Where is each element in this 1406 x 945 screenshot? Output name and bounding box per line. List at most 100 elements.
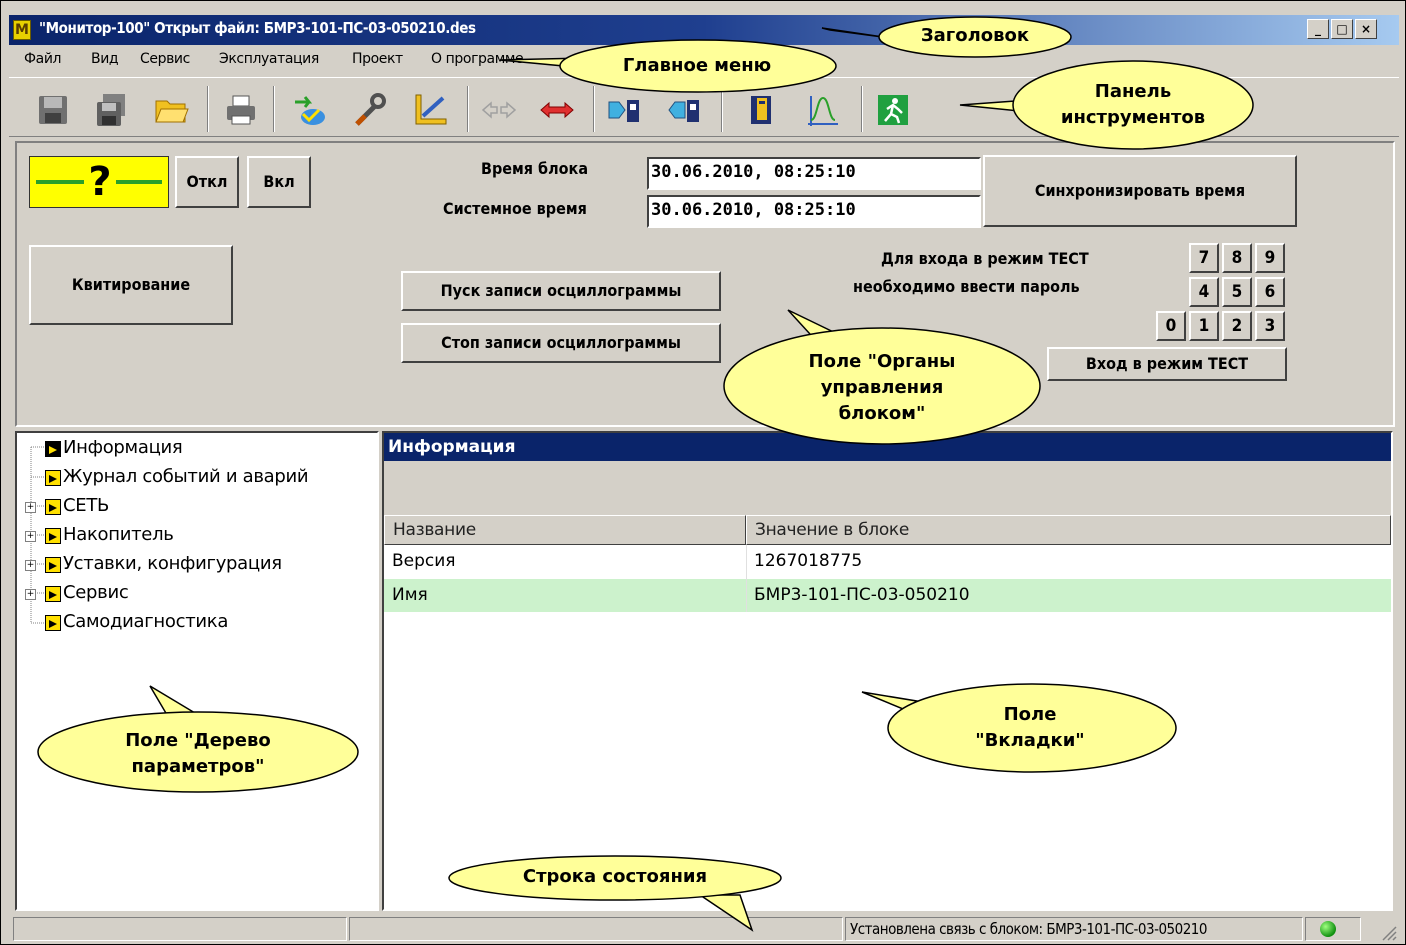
menu-about[interactable]: О программе [431,51,524,67]
title-bar[interactable]: M "Монитор-100" Открыт файл: БМР3-101-ПС… [9,15,1399,45]
tree-arrow-icon [45,586,61,602]
expand-icon[interactable]: + [25,502,36,513]
callout-controls-line1: Поле "Органы [808,351,956,372]
tree-item-event-log[interactable]: Журнал событий и аварий [63,466,309,487]
tree-item-information[interactable]: Информация [63,437,183,458]
callout-tabs-line1: Поле [1003,704,1057,725]
start-oscillogram-button[interactable]: Пуск записи осциллограммы [401,271,721,311]
keypad-key-8[interactable]: 8 [1222,243,1252,273]
switch-state-indicator: ? [29,156,169,208]
keypad-key-6[interactable]: 6 [1255,277,1285,307]
measure-icon[interactable] [413,92,449,128]
off-button[interactable]: Откл [175,156,239,208]
upload-block-icon[interactable] [607,92,643,128]
menu-service[interactable]: Сервис [140,51,190,67]
toolbar-separator [207,86,209,132]
keypad-key-5[interactable]: 5 [1222,277,1252,307]
tree-arrow-icon [45,528,61,544]
wrench-icon[interactable] [351,92,387,128]
download-block-icon[interactable] [667,92,703,128]
cell-name: Версия [392,551,456,571]
tab-title: Информация [384,433,1391,461]
stop-oscillogram-button[interactable]: Стоп записи осциллограммы [401,323,721,363]
keypad-key-0[interactable]: 0 [1156,311,1186,341]
cell-value: БМР3-101-ПС-03-050210 [754,585,970,605]
keypad-key-1[interactable]: 1 [1189,311,1219,341]
callout-controls-line3: блоком" [838,403,926,424]
expand-icon[interactable]: + [25,560,36,571]
toolbar-separator [721,86,723,132]
toolbar-separator [273,86,275,132]
test-hint-line1: Для входа в режим ТЕСТ [881,249,1089,268]
column-header-value[interactable]: Значение в блоке [746,515,1391,545]
column-header-name[interactable]: Название [384,515,746,545]
keypad-key-9[interactable]: 9 [1255,243,1285,273]
callout-tree-line1: Поле "Дерево [125,730,271,751]
menu-view[interactable]: Вид [91,51,119,67]
keypad-key-7[interactable]: 7 [1189,243,1219,273]
open-folder-icon[interactable] [153,92,189,128]
exit-icon[interactable] [875,92,911,128]
minimize-button[interactable]: _ [1307,19,1329,39]
transfer-icon[interactable] [291,92,327,128]
connection-status: Установлена связь с блоком: БМР3-101-ПС-… [845,917,1303,941]
cell-value: 1267018775 [754,551,863,571]
test-hint-line2: необходимо ввести пароль [853,277,1080,296]
block-time-field[interactable]: 30.06.2010, 08:25:10 [647,157,981,190]
status-panel-1 [13,917,347,941]
block-time-label: Время блока [481,159,589,178]
resize-grip-icon[interactable] [1379,923,1397,941]
table-row-selected[interactable]: Имя БМР3-101-ПС-03-050210 [384,579,1391,612]
keypad-key-2[interactable]: 2 [1222,311,1252,341]
sync-time-button[interactable]: Синхронизировать время [983,155,1297,227]
status-led-panel [1305,917,1361,941]
expand-icon[interactable]: + [25,589,36,600]
connection-led-icon [1320,921,1336,937]
callout-menu-text: Главное меню [622,55,772,76]
status-panel-2 [349,917,843,941]
save-all-icon[interactable] [93,92,129,128]
oscillogram-icon[interactable] [805,92,841,128]
maximize-button[interactable]: □ [1331,19,1353,39]
callout-toolbar-line1: Панель [1094,81,1172,102]
tree-item-network[interactable]: СЕТЬ [63,495,109,516]
menu-project[interactable]: Проект [352,51,403,67]
save-icon[interactable] [35,92,71,128]
callout-title-text: Заголовок [920,25,1030,46]
column-divider [746,545,747,612]
book-icon[interactable] [743,92,779,128]
callout-status-text: Строка состояния [522,866,708,887]
indicator-question: ? [84,157,116,207]
tree-item-storage[interactable]: Накопитель [63,524,174,545]
acknowledge-button[interactable]: Квитирование [29,245,233,325]
expand-icon[interactable]: + [25,531,36,542]
tree-item-service[interactable]: Сервис [63,582,129,603]
tab-toolbar-area [384,461,1391,515]
callout-controls-line2: управления [820,377,944,398]
toolbar-separator [593,86,595,132]
print-icon[interactable] [223,92,259,128]
keypad-key-3[interactable]: 3 [1255,311,1285,341]
cell-name: Имя [392,585,428,605]
keypad-key-4[interactable]: 4 [1189,277,1219,307]
arrows-red-icon[interactable] [539,92,575,128]
system-time-field[interactable]: 30.06.2010, 08:25:10 [647,195,981,228]
tree-item-settings[interactable]: Уставки, конфигурация [63,553,282,574]
window-title: "Монитор-100" Открыт файл: БМР3-101-ПС-0… [39,19,476,37]
on-button[interactable]: Вкл [247,156,311,208]
tree-arrow-icon [45,470,61,486]
enter-test-mode-button[interactable]: Вход в режим ТЕСТ [1047,347,1287,381]
toolbar-separator [467,86,469,132]
status-bar: Установлена связь с блоком: БМР3-101-ПС-… [9,913,1399,943]
tree-item-self-diagnostics[interactable]: Самодиагностика [63,611,228,632]
callout-tree-line2: параметров" [131,756,265,777]
toolbar-separator [861,86,863,132]
app-window: M "Монитор-100" Открыт файл: БМР3-101-ПС… [0,0,1406,945]
tree-arrow-icon [45,615,61,631]
menu-operation[interactable]: Эксплуатация [219,51,319,67]
table-row[interactable]: Версия 1267018775 [384,545,1391,577]
close-button[interactable]: × [1355,19,1377,39]
menu-file[interactable]: Файл [24,51,61,67]
tree-arrow-icon [45,499,61,515]
callout-tabs-line2: "Вкладки" [975,730,1085,751]
